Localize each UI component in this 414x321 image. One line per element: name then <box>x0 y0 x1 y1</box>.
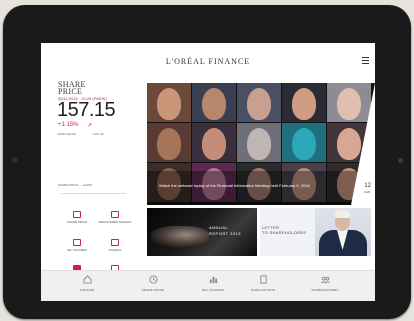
photo-tile <box>147 83 191 122</box>
shareholder-letter-banner[interactable]: LETTER TO SHAREHOLDERS <box>260 208 371 256</box>
clock-icon <box>148 275 158 284</box>
nav-share-price[interactable]: SHARE PRICE <box>131 275 175 292</box>
nav-label: SHAREHOLDERS <box>311 288 339 292</box>
nav-label: KEY FIGURES <box>201 288 225 292</box>
event-day: 12 <box>364 183 371 189</box>
shortcut-agenda[interactable]: AGENDA <box>97 239 133 265</box>
bottom-navigation: FINANCE SHARE PRICE KEY FIGURES PUBLICAT… <box>41 270 375 301</box>
webcast-caption[interactable]: Watch the webcast replay of the Financia… <box>159 183 337 188</box>
model-photo <box>151 226 209 248</box>
nav-label: SHARE PRICE <box>141 288 165 292</box>
photo-tile <box>147 123 191 162</box>
shortcut-label: AGENDA <box>108 248 122 252</box>
share-price-value: 157.15 <box>57 99 116 121</box>
camera-icon <box>12 157 18 163</box>
photo-tile <box>237 83 281 122</box>
share-price-title-line2: PRICE <box>58 87 83 96</box>
photo-tile <box>192 83 236 122</box>
bars-icon <box>209 276 217 284</box>
trend-up-icon: ↗ <box>87 123 93 129</box>
annual-report-line2: REPORT 2015 <box>209 231 242 236</box>
chart-icon <box>73 211 81 218</box>
shortcut-label: SHARE PRICE <box>66 220 88 224</box>
shortcut-registered-shares[interactable]: REGISTERED SHARES <box>97 211 133 237</box>
nav-shareholders[interactable]: SHAREHOLDERS <box>303 275 347 292</box>
photo-tile <box>327 83 371 122</box>
document-icon <box>111 211 119 218</box>
book-icon <box>259 275 267 284</box>
calendar-icon <box>111 239 119 246</box>
share-price-alert-link[interactable]: SHARE PRICE → ALERT <box>58 183 92 187</box>
group-icon <box>320 276 330 284</box>
brand-logo[interactable]: L'ORÉAL FINANCE <box>41 57 375 66</box>
shortcut-label: KEY FIGURES <box>66 248 88 252</box>
event-month: FEB <box>364 190 370 194</box>
nav-label: PUBLICATIONS <box>250 288 276 292</box>
caption-overlay <box>147 171 375 205</box>
nav-finance[interactable]: FINANCE <box>65 275 109 292</box>
home-sensor <box>398 158 403 163</box>
nav-key-figures[interactable]: KEY FIGURES <box>191 275 235 292</box>
shareholder-letter-title: LETTER TO SHAREHOLDERS <box>262 225 306 235</box>
ceo-photo <box>315 208 371 256</box>
annual-report-banner[interactable]: ANNUAL REPORT 2015 <box>147 208 257 256</box>
bars-icon <box>73 239 81 246</box>
share-price-panel: SHARE PRICE 05/11/2016 · 10:28 (PARIS) 1… <box>41 81 139 279</box>
app-header: L'ORÉAL FINANCE <box>41 43 375 79</box>
home-icon <box>82 275 92 284</box>
index-note: CAC 40 <box>93 132 104 136</box>
share-price-change: +1.15% <box>58 122 79 128</box>
menu-icon[interactable] <box>362 57 369 64</box>
nav-publications[interactable]: PUBLICATIONS <box>241 275 285 292</box>
photo-tile <box>282 123 326 162</box>
nav-label: FINANCE <box>79 288 95 292</box>
tablet-device: L'ORÉAL FINANCE SHARE PRICE 05/11/2016 ·… <box>3 5 411 319</box>
photo-tile <box>282 83 326 122</box>
webcast-hero[interactable]: Watch the webcast replay of the Financia… <box>147 83 375 205</box>
app-screen: L'ORÉAL FINANCE SHARE PRICE 05/11/2016 ·… <box>41 43 375 301</box>
photo-tile <box>237 123 281 162</box>
shortcut-label: REGISTERED SHARES <box>98 220 132 224</box>
shareholder-line2: TO SHAREHOLDERS <box>262 230 307 235</box>
shortcut-key-figures[interactable]: KEY FIGURES <box>59 239 95 265</box>
annual-report-title: ANNUAL REPORT 2015 <box>209 225 241 237</box>
share-price-title: SHARE PRICE <box>58 81 86 96</box>
shortcut-share-price[interactable]: SHARE PRICE <box>59 211 95 237</box>
divider <box>61 193 126 194</box>
photo-tile <box>192 123 236 162</box>
currency-note: EURO (EUR) <box>58 132 76 136</box>
